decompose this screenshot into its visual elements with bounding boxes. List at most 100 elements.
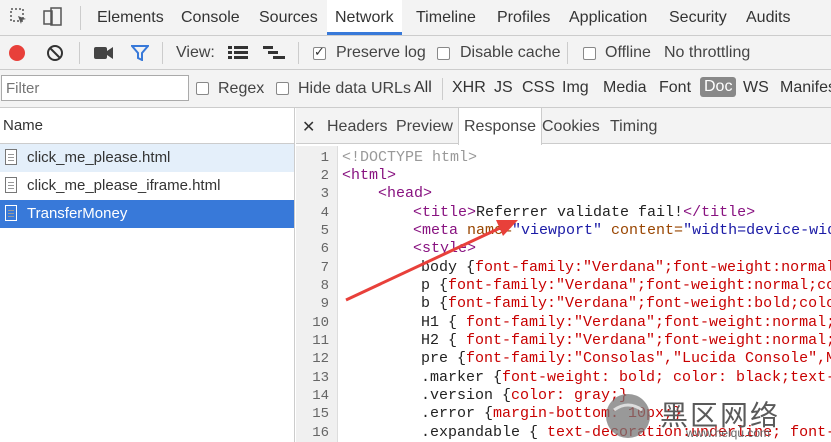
list-view-icon[interactable] [228,46,248,60]
request-name: click_me_please_iframe.html [27,177,221,194]
filter-type-img[interactable]: Img [562,79,589,97]
hide-data-urls-label: Hide data URLs [298,80,411,97]
head-tag: <head> [378,185,433,202]
tab-response[interactable]: Response [458,108,543,145]
line-number: 14 [312,388,329,404]
request-row[interactable]: click_me_please_iframe.html [0,172,294,200]
filter-type-all[interactable]: All [414,79,432,97]
name-header-label: Name [3,117,44,134]
filter-type-css[interactable]: CSS [522,79,555,97]
document-icon [5,149,17,165]
code-line: <title>Referrer validate fail!</title> [413,204,755,221]
tab-sources[interactable]: Sources [259,0,318,35]
line-number: 7 [320,260,329,276]
request-name: TransferMoney [27,205,128,222]
view-label: View: [176,44,215,61]
tab-timeline[interactable]: Timeline [416,0,476,35]
watermark-url: www.heiqu.com [686,426,771,440]
tab-profiles[interactable]: Profiles [497,0,550,35]
request-row-selected[interactable]: TransferMoney [0,200,294,228]
tab-headers[interactable]: Headers [327,108,387,143]
line-number: 15 [312,406,329,422]
tab-cookies[interactable]: Cookies [542,108,600,143]
code-line: H1 { font-family:"Verdana";font-weight:n… [421,314,831,331]
tab-audits[interactable]: Audits [746,0,790,35]
code-line: .version {color: gray;} [421,387,628,404]
css-selector: b { [421,295,449,312]
name-column-header[interactable]: Name [0,108,294,144]
css-selector: p { [421,277,449,294]
tab-security[interactable]: Security [669,0,727,35]
inspect-element-icon[interactable] [10,8,28,26]
line-number: 1 [320,150,329,166]
offline-checkbox[interactable] [583,47,596,60]
filter-funnel-icon[interactable] [129,45,151,62]
video-camera-icon[interactable] [94,46,114,60]
requests-pane: Name click_me_please.html click_me_pleas… [0,108,295,442]
document-icon [5,205,17,221]
meta-tag: <meta [413,222,468,239]
meta-attr-name: name= [467,222,513,239]
filter-type-xhr[interactable]: XHR [452,79,486,97]
request-row[interactable]: click_me_please.html [0,144,294,172]
meta-content-value: "width=device-width [683,222,831,239]
filter-type-font[interactable]: Font [659,79,691,97]
code-line: <html> [342,167,396,184]
network-toolbar: View: Preserve log Disable cache Offline… [0,36,831,70]
line-number-gutter: 1 2 3 4 5 6 7 8 9 10 11 12 13 14 15 16 [296,146,338,442]
disable-cache-checkbox[interactable] [437,47,450,60]
regex-label: Regex [218,80,265,97]
line-number: 4 [320,205,329,221]
device-toolbar-icon[interactable] [43,7,63,27]
code-line: b {font-family:"Verdana";font-weight:bol… [421,295,831,312]
line-number: 11 [312,333,329,349]
line-number: 3 [320,186,329,202]
code-line: p {font-family:"Verdana";font-weight:nor… [421,277,831,294]
filter-input[interactable] [1,75,189,101]
throttling-select[interactable]: No throttling [664,44,750,62]
clear-icon[interactable] [46,44,64,62]
document-icon [5,177,17,193]
filter-type-manifest[interactable]: Manifes [780,79,831,97]
css-selector: .marker { [421,369,503,386]
disable-cache-label: Disable cache [460,44,561,61]
tab-network[interactable]: Network [327,0,402,35]
filter-type-js[interactable]: JS [494,79,513,97]
tab-application[interactable]: Application [569,0,647,35]
css-declarations: font-weight: bold; color: black;text-de [502,369,831,386]
devtools-tab-bar: Elements Console Sources Network Timelin… [0,0,831,36]
preserve-log-checkbox[interactable] [313,44,326,60]
line-number: 9 [320,296,329,312]
html-tag: <html> [342,167,397,184]
code-line: pre {font-family:"Consolas","Lucida Cons… [421,350,831,367]
css-selector: H2 { [421,332,467,349]
tab-timing[interactable]: Timing [610,108,657,143]
record-icon[interactable] [9,45,25,61]
css-selector: H1 { [421,314,467,331]
tab-preview[interactable]: Preview [396,108,453,143]
filter-type-ws[interactable]: WS [743,79,769,97]
line-number: 6 [320,241,329,257]
title-open-tag: <title> [413,204,477,221]
code-line: <!DOCTYPE html> [342,149,477,166]
hide-data-urls-checkbox[interactable] [276,82,289,95]
preserve-log-label: Preserve log [336,44,426,61]
line-number: 2 [320,168,329,184]
regex-checkbox[interactable] [196,82,209,95]
css-declarations: font-family:"Consolas","Lucida Console",… [466,350,831,367]
css-selector: body { [421,259,476,276]
filter-type-media[interactable]: Media [603,79,647,97]
tab-elements[interactable]: Elements [97,0,164,35]
css-declarations: font-family:"Verdana";font-weight:normal… [448,277,831,294]
filter-type-doc[interactable]: Doc [700,77,737,97]
close-detail-icon[interactable]: ✕ [302,117,315,137]
code-line: <head> [378,185,432,202]
watermark-globe-icon [606,394,650,438]
waterfall-view-icon[interactable] [263,46,285,60]
line-number: 8 [320,278,329,294]
line-number: 12 [312,351,329,367]
tab-console[interactable]: Console [181,0,240,35]
css-declarations: font-family:"Verdana";font-weight:normal… [475,259,831,276]
css-declarations: font-family:"Verdana";font-weight:normal… [466,332,831,349]
line-number: 13 [312,370,329,386]
